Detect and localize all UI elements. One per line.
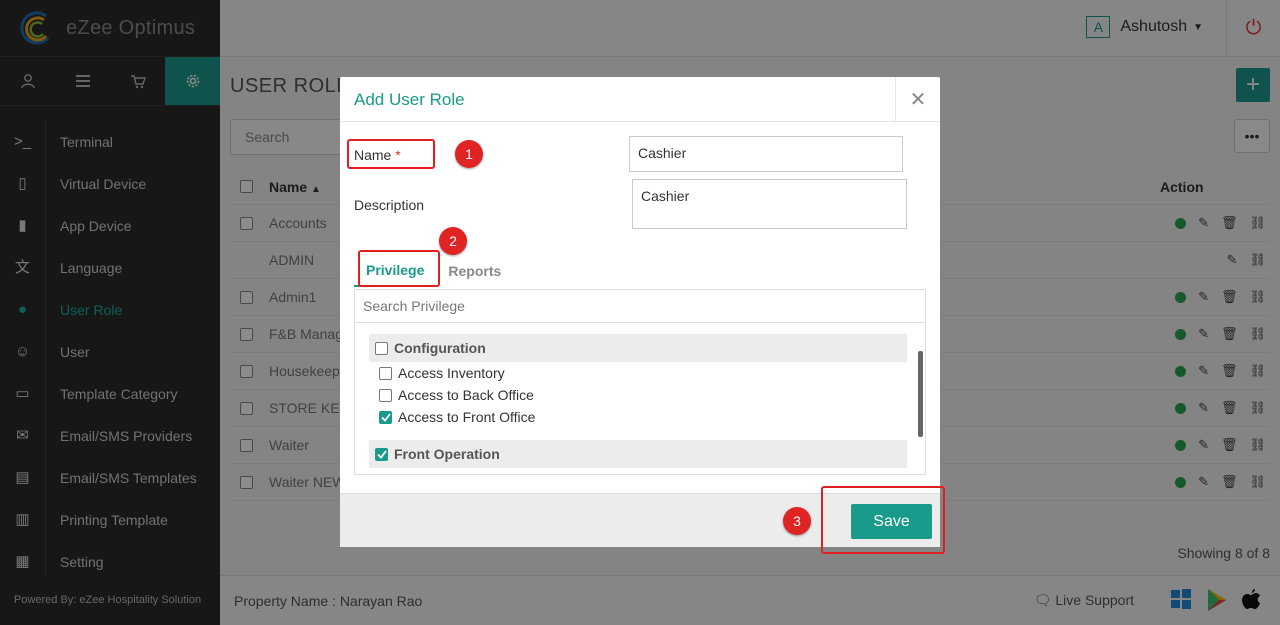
- description-label: Description: [354, 197, 425, 213]
- checkbox-icon[interactable]: [379, 388, 392, 402]
- list-scrollbar[interactable]: [918, 351, 923, 437]
- privilege-item[interactable]: Access to Back Office: [379, 387, 534, 403]
- checkbox-checked-icon[interactable]: [375, 447, 388, 461]
- annotation-highlight-save: [821, 486, 945, 554]
- privilege-item[interactable]: Access Inventory: [379, 365, 505, 381]
- dialog-header: Add User Role ✕: [340, 77, 940, 122]
- checkbox-checked-icon[interactable]: [379, 410, 392, 424]
- group-front-operation[interactable]: Front Operation: [369, 440, 907, 468]
- annotation-step-1: 1: [455, 140, 483, 168]
- dialog-title: Add User Role: [354, 90, 465, 109]
- close-button[interactable]: ✕: [895, 77, 940, 122]
- annotation-highlight-name: [347, 139, 435, 169]
- privilege-list: Configuration Access Inventory Access to…: [354, 323, 926, 475]
- privilege-item[interactable]: Access to Front Office: [379, 409, 535, 425]
- annotation-step-3: 3: [783, 507, 811, 535]
- name-field[interactable]: Cashier: [629, 136, 903, 172]
- description-field[interactable]: Cashier: [632, 179, 907, 229]
- group-configuration[interactable]: Configuration: [369, 334, 907, 362]
- tab-reports[interactable]: Reports: [436, 255, 513, 287]
- checkbox-icon[interactable]: [375, 341, 388, 355]
- checkbox-icon[interactable]: [379, 366, 392, 380]
- search-privilege-input[interactable]: Search Privilege: [354, 289, 926, 323]
- close-icon: ✕: [909, 89, 927, 111]
- annotation-highlight-privilege-tab: [358, 250, 440, 287]
- annotation-step-2: 2: [439, 227, 467, 255]
